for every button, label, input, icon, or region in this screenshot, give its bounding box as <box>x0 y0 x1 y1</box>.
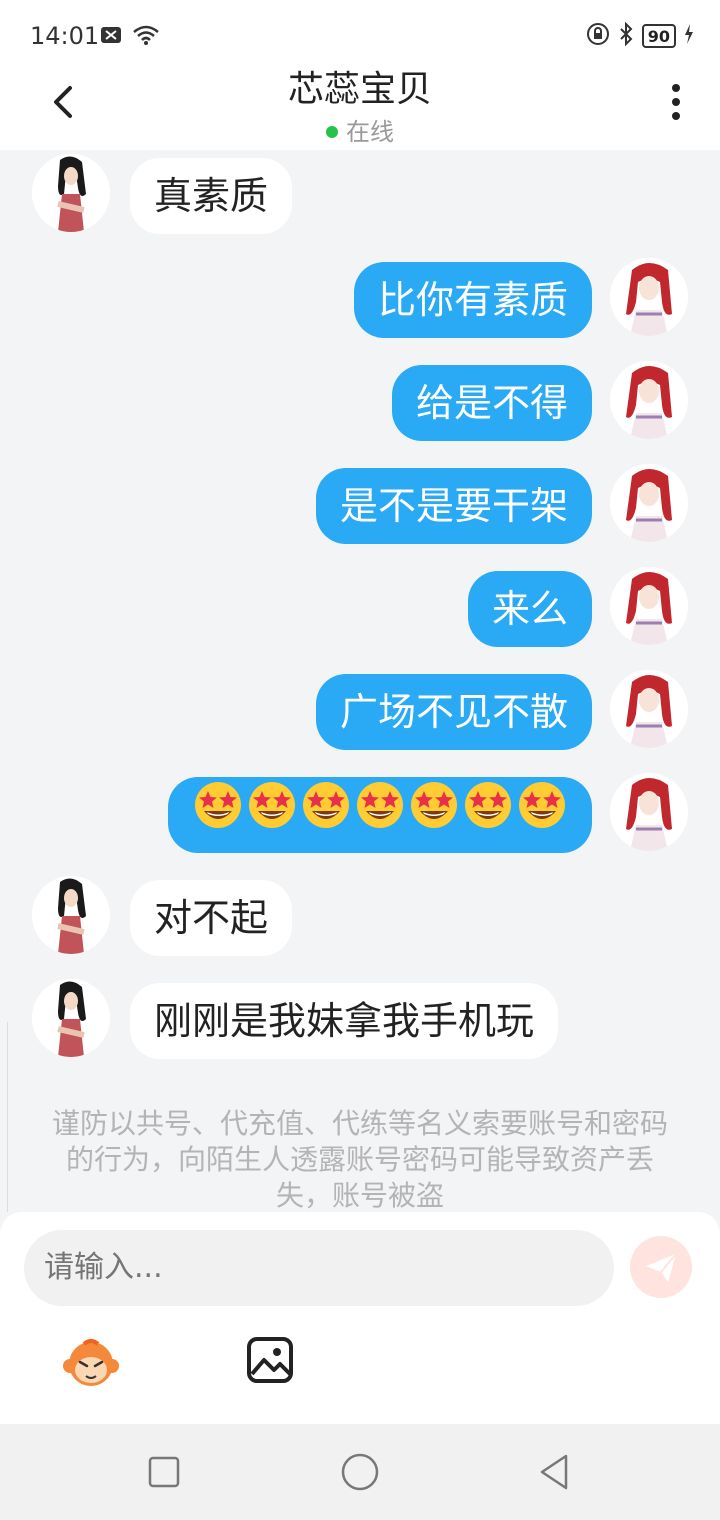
system-nav-bar <box>0 1424 720 1520</box>
notification-icon <box>100 26 122 48</box>
square-icon <box>148 1456 180 1488</box>
contact-avatar[interactable] <box>32 154 110 232</box>
star-struck-emoji-icon <box>192 779 244 856</box>
online-dot-icon <box>326 126 338 138</box>
message-bubble[interactable]: 对不起 <box>130 880 293 956</box>
my-avatar[interactable] <box>610 361 688 439</box>
emoji-group <box>192 779 568 856</box>
status-time: 14:01 <box>30 22 100 50</box>
image-icon <box>247 1337 293 1383</box>
online-status: 在线 <box>0 112 720 147</box>
my-avatar[interactable] <box>610 670 688 748</box>
circle-icon <box>341 1453 379 1491</box>
message-bubble[interactable]: 来么 <box>467 571 592 647</box>
my-avatar[interactable] <box>610 258 688 336</box>
triangle-back-icon <box>540 1454 568 1490</box>
home-button[interactable] <box>340 1452 380 1492</box>
battery-indicator: 90 <box>641 24 676 48</box>
star-struck-emoji-icon <box>408 779 460 856</box>
chat-header: 芯蕊宝贝 在线 <box>0 69 720 150</box>
monkey-sticker-icon <box>63 1339 119 1386</box>
message-row: 真素质 <box>0 154 720 236</box>
image-button[interactable] <box>246 1336 300 1390</box>
lock-rotation-icon <box>586 22 610 50</box>
message-row: 对不起 <box>0 876 720 958</box>
contact-name: 芯蕊宝贝 <box>287 69 432 110</box>
message-row: 给是不得 <box>0 361 720 443</box>
emoji-message-bubble[interactable] <box>168 777 592 853</box>
my-avatar[interactable] <box>610 567 688 645</box>
recent-apps-button[interactable] <box>144 1452 184 1492</box>
message-bubble[interactable]: 是不是要干架 <box>315 468 592 544</box>
charging-icon <box>684 24 694 48</box>
message-bubble[interactable]: 真素质 <box>130 158 293 234</box>
message-bubble[interactable]: 广场不见不散 <box>315 674 592 750</box>
message-bubble[interactable]: 刚刚是我妹拿我手机玩 <box>130 983 559 1059</box>
star-struck-emoji-icon <box>516 779 568 856</box>
sticker-button[interactable] <box>62 1336 119 1390</box>
message-list[interactable]: 真素质 比你有素质 给是不得 是不是要干架 来么 广场不见不散 对不起 刚刚是我… <box>0 150 720 1212</box>
star-struck-emoji-icon <box>246 779 298 856</box>
message-row: 比你有素质 <box>0 258 720 340</box>
message-row: 来么 <box>0 567 720 649</box>
star-struck-emoji-icon <box>354 779 406 856</box>
star-struck-emoji-icon <box>300 779 352 856</box>
input-bar <box>0 1212 720 1424</box>
message-row <box>0 773 720 855</box>
security-notice: 谨防以共号、代充值、代练等名义索要账号和密码的行为，向陌生人透露账号密码可能导致… <box>51 1107 668 1212</box>
wifi-icon <box>132 24 160 50</box>
online-status-label: 在线 <box>346 118 394 146</box>
message-input[interactable] <box>24 1230 614 1306</box>
scroll-edge <box>0 1022 8 1212</box>
message-row: 广场不见不散 <box>0 670 720 752</box>
send-button[interactable] <box>630 1236 692 1298</box>
my-avatar[interactable] <box>610 773 688 851</box>
nav-back-button[interactable] <box>536 1452 576 1492</box>
battery-level: 90 <box>647 26 670 46</box>
message-row: 刚刚是我妹拿我手机玩 <box>0 979 720 1061</box>
contact-avatar[interactable] <box>32 876 110 954</box>
more-menu-button[interactable] <box>668 82 684 122</box>
my-avatar[interactable] <box>610 464 688 542</box>
star-struck-emoji-icon <box>462 779 514 856</box>
message-bubble[interactable]: 给是不得 <box>391 365 592 441</box>
message-bubble[interactable]: 比你有素质 <box>353 262 592 338</box>
bluetooth-icon <box>618 21 634 50</box>
contact-avatar[interactable] <box>32 979 110 1057</box>
message-row: 是不是要干架 <box>0 464 720 546</box>
